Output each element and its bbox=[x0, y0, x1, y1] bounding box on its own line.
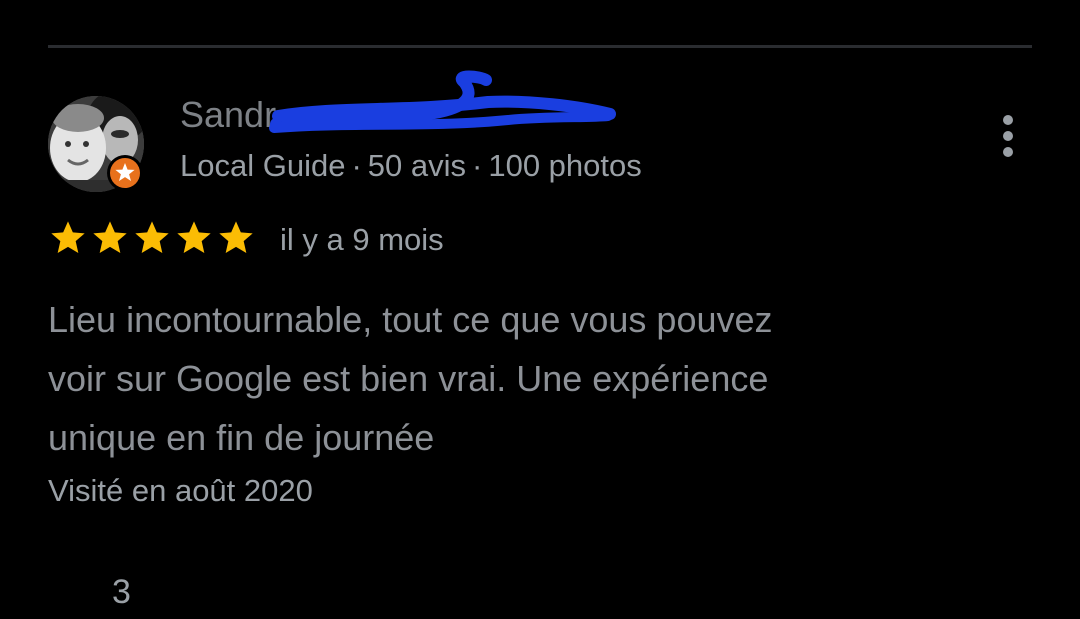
more-vert-icon bbox=[1003, 115, 1013, 157]
photo-count: 100 photos bbox=[488, 148, 642, 183]
review-timestamp: il y a 9 mois bbox=[280, 222, 444, 257]
redaction-scribble bbox=[258, 70, 618, 140]
like-count[interactable]: 3 bbox=[112, 570, 131, 614]
local-guide-label: Local Guide bbox=[180, 148, 346, 183]
top-divider bbox=[48, 45, 1032, 48]
star-icon bbox=[177, 221, 211, 253]
local-guide-badge-icon bbox=[106, 154, 144, 192]
star-rating bbox=[48, 218, 256, 262]
review-count: 50 avis bbox=[367, 148, 467, 183]
meta-separator: · bbox=[472, 148, 483, 183]
reviewer-meta: Local Guide · 50 avis · 100 photos bbox=[180, 146, 642, 186]
star-icon bbox=[93, 221, 127, 253]
visit-date: Visité en août 2020 bbox=[48, 473, 313, 508]
star-icon bbox=[135, 221, 169, 253]
star-icon bbox=[219, 221, 253, 253]
more-options-button[interactable] bbox=[990, 110, 1026, 162]
review-text: Lieu incontournable, tout ce que vous po… bbox=[48, 299, 773, 458]
star-icon bbox=[51, 221, 85, 253]
meta-separator: · bbox=[351, 148, 362, 183]
